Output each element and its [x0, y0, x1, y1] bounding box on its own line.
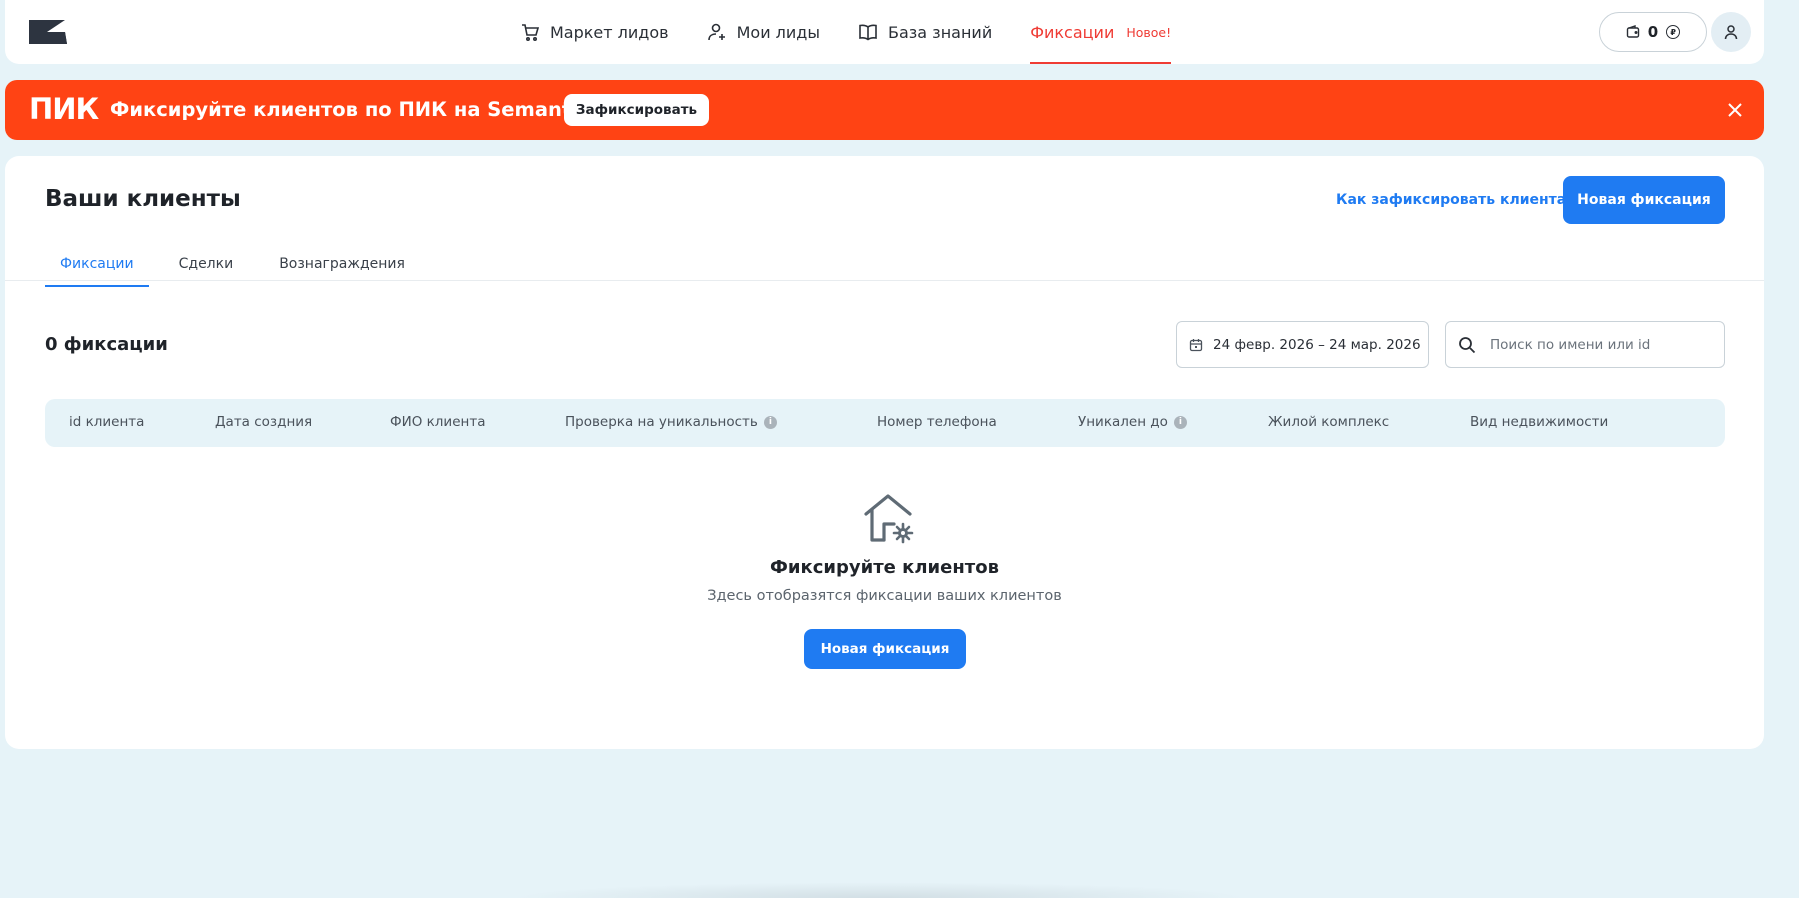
book-icon — [859, 24, 877, 41]
promo-banner: ПИК Фиксируйте клиентов по ПИК на Semant… — [5, 80, 1764, 140]
info-icon[interactable]: i — [1173, 415, 1187, 429]
column-header[interactable]: Уникален до i — [1078, 414, 1187, 430]
date-range-picker[interactable]: 24 февр. 2026 – 24 мар. 2026 — [1176, 321, 1429, 368]
howto-link[interactable]: Как зафиксировать клиента? — [1336, 192, 1574, 208]
user-icon — [1724, 25, 1738, 40]
nav-item-label: Фиксации — [1030, 22, 1115, 42]
tab-rewards[interactable]: Вознаграждения — [277, 256, 407, 280]
column-header[interactable]: Дата создния — [215, 414, 312, 430]
tabs: Фиксации Сделки Вознаграждения — [45, 256, 449, 287]
nav-item-label: Маркет лидов — [550, 22, 669, 42]
nav-item-my-leads[interactable]: Мои лиды — [707, 0, 820, 64]
info-icon[interactable]: i — [763, 415, 777, 429]
date-range-value: 24 февр. 2026 – 24 мар. 2026 — [1213, 336, 1421, 353]
table-header: id клиента Дата создния ФИО клиента Пров… — [45, 399, 1725, 447]
calendar-icon — [1189, 338, 1203, 351]
page-title: Ваши клиенты — [45, 186, 241, 212]
app-logo[interactable] — [27, 18, 69, 46]
column-header[interactable]: id клиента — [69, 414, 144, 430]
empty-new-fixation-button[interactable]: Новая фиксация — [804, 629, 966, 669]
column-header[interactable]: Вид недвижимости — [1470, 414, 1608, 430]
house-gear-icon — [864, 494, 914, 544]
nav-item-knowledge-base[interactable]: База знаний — [858, 0, 992, 64]
nav-item-label: База знаний — [888, 22, 993, 42]
search-icon — [1459, 336, 1476, 353]
new-fixation-button[interactable]: Новая фиксация — [1563, 176, 1725, 224]
search-input[interactable] — [1490, 336, 1700, 353]
profile-button[interactable] — [1711, 12, 1751, 52]
column-header[interactable]: Жилой комплекс — [1268, 414, 1389, 430]
nav-item-fixations[interactable]: Фиксации Новое! — [1030, 0, 1171, 64]
banner-text: Фиксируйте клиентов по ПИК на Semantiqo — [110, 98, 606, 121]
column-header[interactable]: ФИО клиента — [390, 414, 485, 430]
ruble-icon: ₽ — [1666, 25, 1681, 39]
column-header[interactable]: Проверка на уникальность i — [565, 414, 777, 430]
user-plus-icon — [707, 23, 725, 41]
close-icon[interactable] — [1725, 100, 1745, 120]
balance-value: 0 — [1647, 23, 1659, 41]
banner-fix-button[interactable]: Зафиксировать — [564, 94, 709, 126]
tabs-divider — [5, 280, 1764, 281]
column-header[interactable]: Номер телефона — [877, 414, 997, 430]
nav-item-label: Мои лиды — [736, 22, 820, 42]
cart-icon — [522, 24, 540, 42]
search-box[interactable] — [1445, 321, 1725, 368]
tab-deals[interactable]: Сделки — [177, 256, 236, 280]
main-nav: Маркет лидов Мои лиды База знаний Фиксац… — [520, 0, 1209, 64]
pik-logo: ПИК — [29, 92, 99, 126]
wallet-icon — [1626, 25, 1639, 38]
new-badge: Новое! — [1126, 24, 1172, 40]
empty-state-title: Фиксируйте клиентов — [770, 557, 999, 578]
fixations-count: 0 фиксации — [45, 334, 168, 355]
bottom-shadow — [510, 882, 1250, 898]
balance-button[interactable]: 0 ₽ — [1599, 12, 1707, 52]
top-bar: Маркет лидов Мои лиды База знаний Фиксац… — [5, 0, 1764, 64]
empty-state-subtitle: Здесь отобразятся фиксации ваших клиенто… — [707, 588, 1062, 604]
tab-fixations[interactable]: Фиксации — [45, 256, 149, 287]
clients-card: Ваши клиенты Как зафиксировать клиента? … — [5, 156, 1764, 749]
nav-item-lead-market[interactable]: Маркет лидов — [520, 0, 669, 64]
